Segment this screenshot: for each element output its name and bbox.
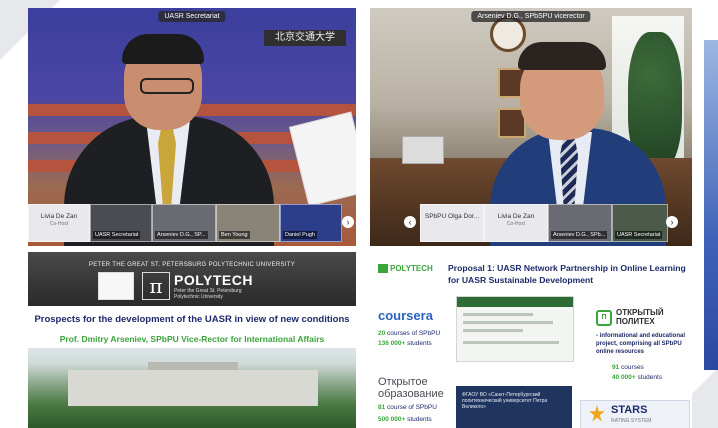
- open-education-students: 500 000+ students: [378, 416, 432, 423]
- participant-name: Daniel Pugh: [283, 231, 317, 239]
- active-speaker-label: Arseniev D.G., SPbSPU vicerector: [471, 11, 591, 22]
- speaker-left-hair: [122, 34, 204, 64]
- participant-name: UASR Secretariat: [93, 231, 141, 239]
- paper-sheet: [289, 111, 356, 207]
- stat-value: 500 000+: [378, 416, 406, 423]
- open-education-screenshot: ФГАОУ ВО «Санкт-Петербургский политехнич…: [456, 386, 572, 428]
- open-polytech-icon: П: [596, 310, 612, 326]
- screenshot-line: [463, 329, 523, 332]
- university-name: PETER THE GREAT ST. PETERSBURG POLYTECHN…: [88, 262, 296, 268]
- stars-rating-badge: STARS RATING SYSTEM: [580, 400, 690, 428]
- participant-tile[interactable]: Daniel Pugh: [280, 204, 342, 242]
- screenshot-header: [457, 297, 573, 307]
- screenshot-line: [463, 321, 553, 324]
- participant-strip: Livia De Zan Co-Host UASR Secretariat Ar…: [28, 204, 356, 242]
- stat-label: students: [637, 374, 663, 381]
- coursera-students: 136 000+ students: [378, 340, 432, 347]
- university-crest-icon: [98, 272, 134, 300]
- active-speaker-label: UASR Secretariat: [158, 11, 226, 22]
- open-education-courses: 81 course of SPbPU: [378, 404, 437, 411]
- video-call-right: Arseniev D.G., SPbSPU vicerector ‹ SPbPU…: [370, 8, 692, 246]
- open-education-name: Открытое: [378, 376, 428, 388]
- participant-role: Co-Host: [49, 221, 69, 227]
- polytech-pi-icon: π: [142, 272, 170, 300]
- participant-tile[interactable]: Livia De Zan Co-Host: [484, 204, 548, 242]
- open-polytech-logo: ОТКРЫТЫЙ ПОЛИТЕХ: [616, 308, 664, 326]
- stars-sub: RATING SYSTEM: [611, 418, 652, 424]
- participant-name: SPbPU Olga Dor...: [424, 213, 480, 220]
- coursera-screenshot: [456, 296, 574, 362]
- stat-value: 136 000+: [378, 340, 406, 347]
- participant-tile[interactable]: SPbPU Olga Dor...: [420, 204, 484, 242]
- stat-value: 81: [378, 404, 386, 411]
- open-education-name: образование: [378, 388, 444, 400]
- participant-name: UASR Secretariat: [615, 231, 663, 239]
- open-polytech-name: ПОЛИТЕХ: [616, 317, 655, 326]
- star-icon: [589, 405, 605, 422]
- stat-label: students: [407, 340, 432, 347]
- desk-monitor: [402, 136, 444, 164]
- open-education-logo: Открытое образование: [378, 376, 444, 400]
- stat-label: course of SPbPU: [387, 404, 437, 411]
- participant-role: Co-Host: [506, 221, 526, 227]
- participant-name: Ben Young: [219, 231, 250, 239]
- slide-title: Proposal 1: UASR Network Partnership in …: [448, 263, 686, 285]
- stat-label: courses of SPbPU: [387, 330, 441, 337]
- chevron-left-icon[interactable]: ‹: [404, 216, 416, 228]
- participant-tile[interactable]: Livia De Zan Co-Host: [28, 204, 90, 242]
- screenshot-line: [463, 341, 559, 344]
- presentation-slide-proposal: POLYTECH Proposal 1: UASR Network Partne…: [370, 252, 692, 428]
- participant-name: Livia De Zan: [497, 213, 535, 220]
- chevron-right-icon[interactable]: ›: [666, 216, 678, 228]
- participant-name: Arseniev D.G., SP...: [155, 231, 208, 239]
- wall-sign-text: 北京交通大学: [275, 32, 335, 43]
- open-polytech-description: - informational and educational project,…: [596, 333, 686, 355]
- open-polytech-courses: 91 courses: [612, 364, 644, 371]
- presentation-slide-title: PETER THE GREAT ST. PETERSBURG POLYTECHN…: [28, 252, 356, 428]
- polytech-brand-sub: Peter the Great St. Petersburg Polytechn…: [174, 288, 242, 300]
- participant-tile[interactable]: UASR Secretariat: [612, 204, 668, 242]
- video-call-left: 北京交通大学 UASR Secretariat Livia De Zan Co-…: [28, 8, 356, 246]
- participant-tile[interactable]: Arseniev D.G., SP...: [152, 204, 216, 242]
- decor-blue-edge: [704, 40, 718, 370]
- open-polytech-students: 40 000+ students: [612, 374, 662, 381]
- coursera-courses: 20 courses of SPbPU: [378, 330, 440, 337]
- speaker-right-hair: [518, 42, 606, 70]
- polytech-logo-text: POLYTECH: [390, 264, 433, 273]
- stat-value: 40 000+: [612, 374, 636, 381]
- slide-title: Prospects for the development of the UAS…: [34, 314, 350, 325]
- stat-label: students: [407, 416, 432, 423]
- polytech-brand: POLYTECH: [174, 272, 253, 288]
- glasses-icon: [140, 78, 194, 94]
- slide-speaker: Prof. Dmitry Arseniev, SPbPU Vice-Rector…: [59, 334, 325, 344]
- coursera-logo: coursera: [378, 308, 433, 323]
- polytech-logo: POLYTECH: [378, 264, 433, 274]
- chevron-right-icon[interactable]: ›: [342, 216, 354, 228]
- participant-name: Livia De Zan: [40, 213, 78, 220]
- polytech-mark-icon: [378, 264, 388, 274]
- stat-value: 91: [612, 364, 620, 371]
- participant-tile[interactable]: Arseniev D.G., SPb...: [548, 204, 612, 242]
- screenshot-line: [463, 313, 533, 316]
- participant-tile[interactable]: Ben Young: [216, 204, 280, 242]
- campus-building: [68, 370, 318, 406]
- stars-name: STARS: [611, 404, 648, 416]
- participant-tile[interactable]: UASR Secretariat: [90, 204, 152, 242]
- participant-name: Arseniev D.G., SPb...: [551, 231, 608, 239]
- stat-label: courses: [621, 364, 644, 371]
- open-polytech-name: ОТКРЫТЫЙ: [616, 308, 664, 317]
- participant-strip: ‹ SPbPU Olga Dor... Livia De Zan Co-Host…: [370, 204, 692, 242]
- screenshot-text: ФГАОУ ВО «Санкт-Петербургский политехнич…: [462, 392, 548, 410]
- wall-sign: 北京交通大学: [264, 30, 346, 46]
- stat-value: 20: [378, 330, 386, 337]
- campus-photo: [28, 348, 356, 428]
